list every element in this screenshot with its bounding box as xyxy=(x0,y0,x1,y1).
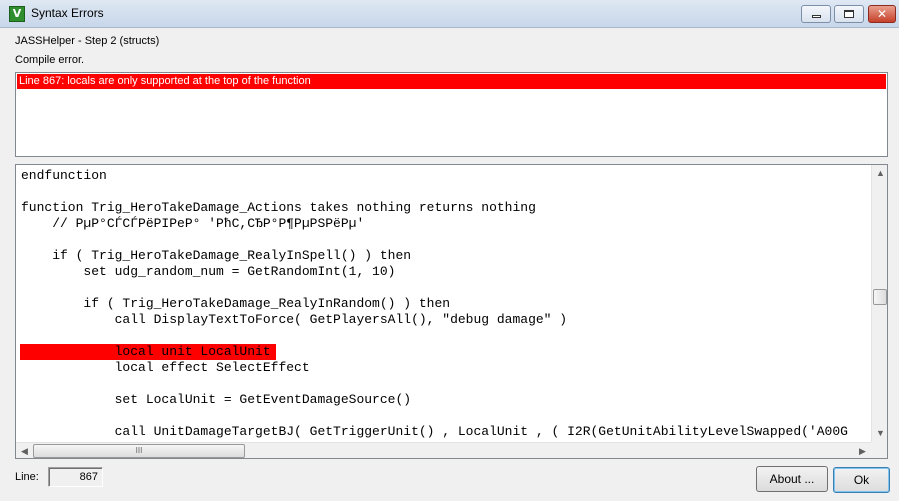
step-label: JASSHelper - Step 2 (structs) xyxy=(15,35,160,47)
code-line: call DisplayTextToForce( GetPlayersAll()… xyxy=(21,312,568,327)
horizontal-scrollbar[interactable]: ◀ III ▶ xyxy=(16,442,871,458)
code-viewer[interactable]: endfunction function Trig_HeroTakeDamage… xyxy=(15,164,888,459)
line-number-field: 867 xyxy=(48,467,103,487)
scroll-right-icon[interactable]: ▶ xyxy=(854,443,871,458)
code-line: call UnitDamageTargetBJ( GetTriggerUnit(… xyxy=(21,424,848,439)
scrollbar-corner xyxy=(871,442,887,458)
code-area[interactable]: endfunction function Trig_HeroTakeDamage… xyxy=(16,165,871,442)
title-bar[interactable]: V Syntax Errors ✕ xyxy=(0,0,899,28)
maximize-icon xyxy=(844,10,854,18)
minimize-icon xyxy=(811,15,821,18)
error-list[interactable]: Line 867: locals are only supported at t… xyxy=(15,72,888,157)
scroll-up-icon[interactable]: ▲ xyxy=(872,165,887,182)
error-list-item[interactable]: Line 867: locals are only supported at t… xyxy=(17,74,886,89)
code-line: set udg_random_num = GetRandomInt(1, 10) xyxy=(21,264,396,279)
window-title: Syntax Errors xyxy=(31,6,104,20)
vertical-scroll-thumb[interactable] xyxy=(873,289,887,305)
vertical-scrollbar[interactable]: ▲ ▼ xyxy=(871,165,887,442)
about-button[interactable]: About ... xyxy=(756,466,828,492)
scroll-left-icon[interactable]: ◀ xyxy=(16,443,33,458)
line-label: Line: xyxy=(15,471,39,483)
app-icon: V xyxy=(9,6,25,22)
code-line: local effect SelectEffect xyxy=(21,360,310,375)
code-line: if ( Trig_HeroTakeDamage_RealyInRandom()… xyxy=(21,296,451,311)
close-icon: ✕ xyxy=(876,7,888,21)
code-line: function Trig_HeroTakeDamage_Actions tak… xyxy=(21,200,536,215)
close-button[interactable]: ✕ xyxy=(868,5,896,23)
minimize-button[interactable] xyxy=(801,5,831,23)
code-line: // PµP°CЃCЃPёPIPeP° 'PħC,CЂP°P¶PµPSPёPµ' xyxy=(21,216,365,231)
scroll-down-icon[interactable]: ▼ xyxy=(872,425,887,442)
code-line: set LocalUnit = GetEventDamageSource() xyxy=(21,392,412,407)
code-line: if ( Trig_HeroTakeDamage_RealyInSpell() … xyxy=(21,248,412,263)
maximize-button[interactable] xyxy=(834,5,864,23)
compile-status: Compile error. xyxy=(15,54,85,66)
code-line: endfunction xyxy=(21,168,107,183)
code-line-error: local unit LocalUnit xyxy=(21,344,271,359)
horizontal-scroll-thumb[interactable]: III xyxy=(33,444,245,458)
ok-button[interactable]: Ok xyxy=(833,467,890,493)
grip-icon: III xyxy=(135,446,143,455)
